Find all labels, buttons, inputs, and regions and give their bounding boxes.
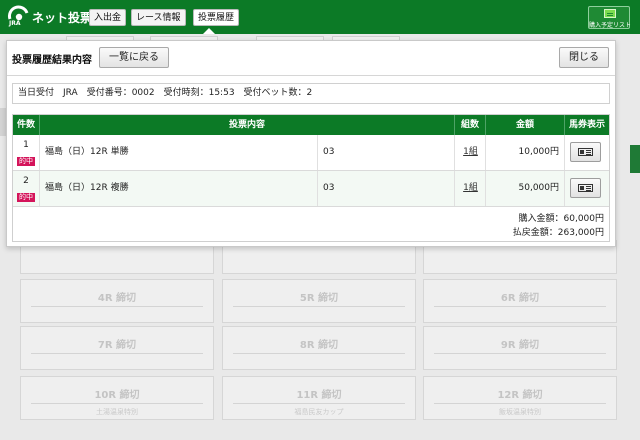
payout-total: 払戻金額：263,000円 xyxy=(512,228,604,238)
race-card[interactable]: 4R 締切 xyxy=(20,279,214,323)
race-card-subtitle: 飯坂温泉特別 xyxy=(499,408,541,416)
race-card-subtitle: 土湯温泉特別 xyxy=(96,408,138,416)
bet-amount: 50,000円 xyxy=(518,183,560,193)
bet-selection: 03 xyxy=(323,147,335,157)
race-card-divider xyxy=(233,306,405,307)
race-card[interactable]: 9R 締切 xyxy=(423,326,617,370)
race-card-divider xyxy=(31,403,203,404)
jra-logo[interactable]: JRA ネット投票 xyxy=(7,5,92,29)
race-card-title: 10R 締切 xyxy=(94,390,140,401)
race-card-divider xyxy=(31,353,203,354)
vote-detail-table: 件数 投票内容 組数 金額 馬券表示 1 的中 福島（日）12R 単勝 03 1… xyxy=(12,114,610,242)
brand-name: ネット投票 xyxy=(32,11,93,25)
race-card-title: 11R 締切 xyxy=(296,390,342,401)
cell-divider xyxy=(454,135,455,170)
cell-divider xyxy=(39,171,40,206)
race-card-title: 8R 締切 xyxy=(299,340,339,351)
race-card-divider xyxy=(434,306,606,307)
race-card-divider xyxy=(233,353,405,354)
list-icon xyxy=(604,9,616,18)
purchase-total: 購入金額：60,000円 xyxy=(518,214,605,224)
ticket-icon xyxy=(578,148,593,156)
modal-title: 投票履歴結果内容 xyxy=(12,55,92,66)
nav-vote-history-button[interactable]: 投票履歴 xyxy=(193,9,240,26)
cell-divider xyxy=(454,171,455,206)
show-horse-ticket-button[interactable] xyxy=(570,178,601,198)
race-card-title: 7R 締切 xyxy=(97,340,137,351)
race-card[interactable]: 6R 締切 xyxy=(423,279,617,323)
cell-divider xyxy=(317,171,318,206)
cell-divider xyxy=(564,171,565,206)
race-card[interactable]: 10R 締切 土湯温泉特別 xyxy=(20,376,214,420)
close-button[interactable]: 閉じる xyxy=(559,47,609,68)
cell-divider xyxy=(564,135,565,170)
race-card-title: 9R 締切 xyxy=(500,340,540,351)
back-to-list-button[interactable]: 一覧に戻る xyxy=(99,47,169,68)
bet-description: 福島（日）12R 単勝 xyxy=(45,147,129,157)
bet-selection: 03 xyxy=(323,183,335,193)
race-card[interactable]: 5R 締切 xyxy=(222,279,416,323)
table-row: 2 的中 福島（日）12R 複勝 03 1組 50,000円 xyxy=(13,171,609,207)
col-header-amount: 金額 xyxy=(515,120,534,130)
purchase-list-label: 購入予定リスト xyxy=(589,22,632,29)
cell-divider xyxy=(317,135,318,170)
purchase-list-button[interactable]: 購入予定リスト xyxy=(588,6,632,29)
race-card-subtitle: 福島民友カップ xyxy=(294,408,344,416)
col-header-count: 件数 xyxy=(16,120,35,130)
bet-amount: 10,000円 xyxy=(518,147,560,157)
race-card[interactable]: 12R 締切 飯坂温泉特別 xyxy=(423,376,617,420)
race-card-divider xyxy=(233,403,405,404)
kumi-link[interactable]: 1組 xyxy=(458,171,483,206)
bg-green-button xyxy=(630,145,640,173)
race-card[interactable]: 7R 締切 xyxy=(20,326,214,370)
race-card-title: 6R 締切 xyxy=(500,293,540,304)
cell-divider xyxy=(39,135,40,170)
race-card-title: 5R 締切 xyxy=(299,293,339,304)
vote-result-modal: 投票履歴結果内容 一覧に戻る 閉じる 当日受付 JRA 受付番号：0002 受付… xyxy=(6,40,616,247)
race-card-title: 4R 締切 xyxy=(97,293,137,304)
bet-description: 福島（日）12R 複勝 xyxy=(45,183,129,193)
race-card[interactable]: 11R 締切 福島民友カップ xyxy=(222,376,416,420)
top-header: JRA ネット投票 入出金 レース情報 投票履歴 購入予定リスト xyxy=(0,0,640,34)
receipt-info: 当日受付 JRA 受付番号：0002 受付時刻：15:53 受付ベット数：2 xyxy=(12,83,610,104)
table-header: 件数 投票内容 組数 金額 馬券表示 xyxy=(13,115,609,135)
race-card-title: 12R 締切 xyxy=(497,390,543,401)
col-header-horse-ticket: 馬券表示 xyxy=(568,120,605,130)
cell-divider xyxy=(485,171,486,206)
col-header-kumi: 組数 xyxy=(460,120,479,130)
logo-jra-text: JRA xyxy=(9,20,21,27)
kumi-link[interactable]: 1組 xyxy=(458,135,483,170)
race-card-divider xyxy=(434,353,606,354)
race-card[interactable]: 8R 締切 xyxy=(222,326,416,370)
hit-badge: 的中 xyxy=(17,193,35,202)
race-card-divider xyxy=(434,403,606,404)
nav-race-info-button[interactable]: レース情報 xyxy=(131,9,186,26)
col-header-content: 投票内容 xyxy=(228,120,265,130)
cell-divider xyxy=(485,135,486,170)
modal-divider xyxy=(7,75,615,76)
race-card-divider xyxy=(31,306,203,307)
show-horse-ticket-button[interactable] xyxy=(570,142,601,162)
nav-deposit-button[interactable]: 入出金 xyxy=(89,9,127,26)
hit-badge: 的中 xyxy=(17,157,35,166)
table-row: 1 的中 福島（日）12R 単勝 03 1組 10,000円 xyxy=(13,135,609,171)
ticket-icon xyxy=(578,184,593,192)
